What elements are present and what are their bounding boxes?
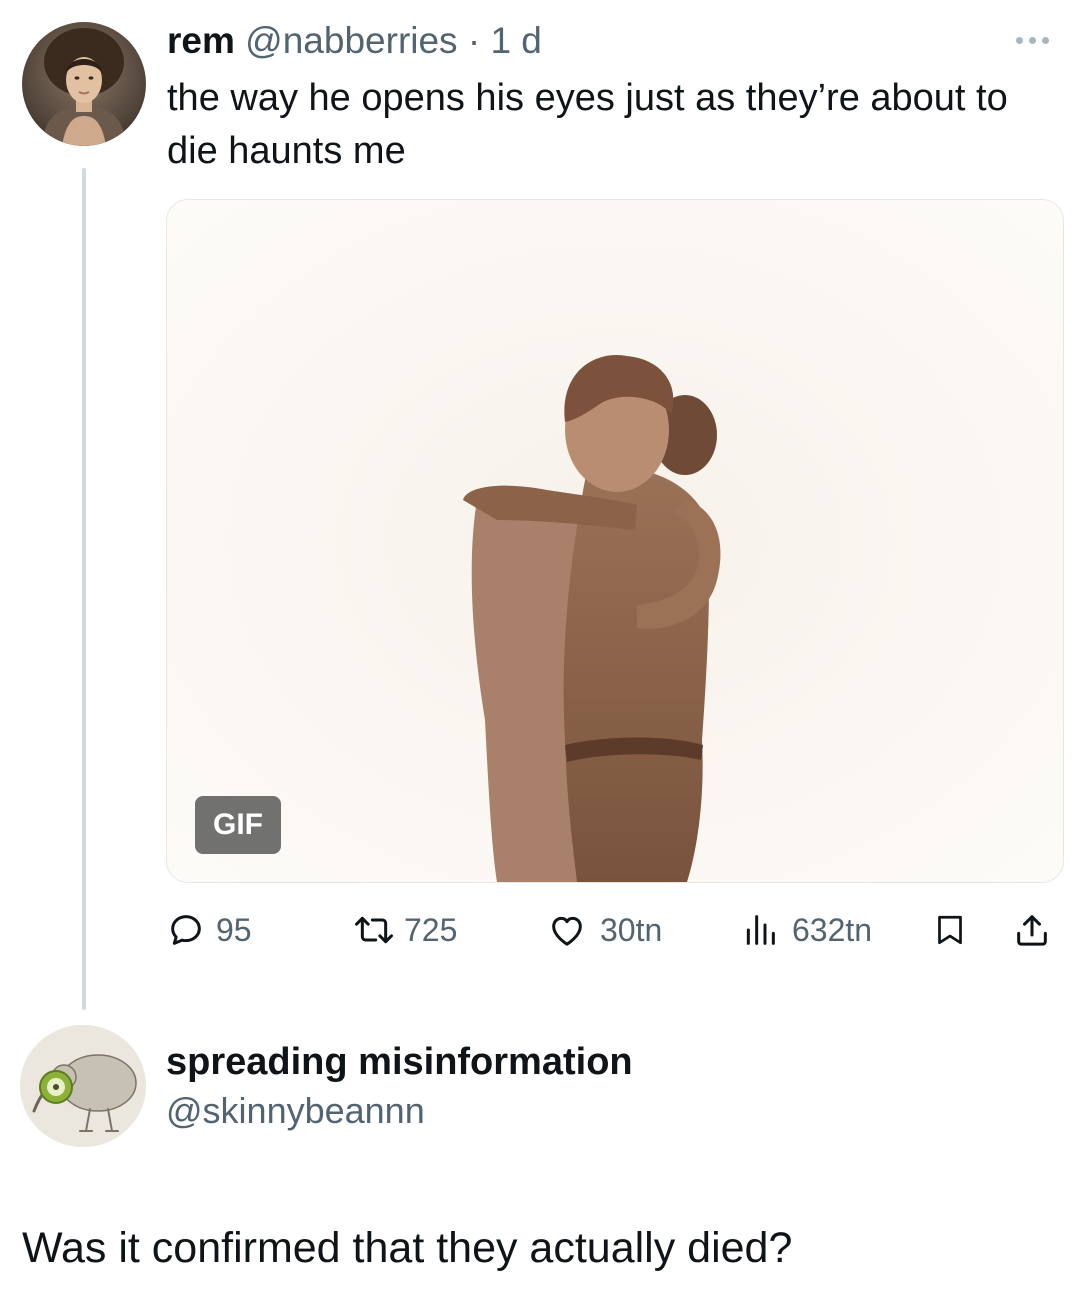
author-handle[interactable]: @nabberries bbox=[245, 20, 457, 61]
bookmark-icon bbox=[938, 915, 962, 945]
reply-author-name[interactable]: spreading misinformation bbox=[166, 1038, 633, 1086]
avatar-rem[interactable] bbox=[22, 22, 146, 146]
reply-author-handle[interactable]: @skinnybeannn bbox=[166, 1088, 425, 1134]
share-icon bbox=[1017, 915, 1047, 946]
tweet-header: rem @nabberries · 1 d bbox=[167, 18, 542, 64]
tweet-timestamp[interactable]: 1 d bbox=[490, 20, 541, 61]
gif-badge: GIF bbox=[195, 796, 281, 854]
like-count: 30tn bbox=[600, 911, 663, 948]
reply-button[interactable]: 95 bbox=[166, 905, 252, 955]
like-button[interactable]: 30tn bbox=[546, 905, 662, 955]
avatar-skinnybeannn[interactable] bbox=[20, 1025, 146, 1147]
reply-icon bbox=[171, 915, 201, 945]
reply-count: 95 bbox=[216, 911, 252, 948]
tweet-action-bar: 95 725 30tn 632tn bbox=[166, 905, 1066, 955]
author-name[interactable]: rem bbox=[167, 20, 235, 61]
gif-frame-image bbox=[167, 200, 1063, 882]
views-button[interactable]: 632tn bbox=[740, 905, 872, 955]
share-button[interactable] bbox=[1012, 905, 1052, 955]
more-icon[interactable] bbox=[1016, 30, 1060, 50]
thread-connector-line bbox=[82, 168, 86, 1010]
avatar-portrait-image bbox=[22, 22, 146, 146]
views-count: 632tn bbox=[792, 911, 873, 948]
tweet-media-gif[interactable]: GIF bbox=[166, 199, 1064, 883]
reply-text: Was it confirmed that they actually died… bbox=[22, 1224, 793, 1272]
bookmark-button[interactable] bbox=[932, 905, 968, 955]
like-icon bbox=[552, 916, 582, 946]
retweet-button[interactable]: 725 bbox=[352, 905, 457, 955]
tweet-text: the way he opens his eyes just as they’r… bbox=[167, 77, 1008, 172]
avatar-kiwi-image bbox=[20, 1025, 146, 1147]
retweet-count: 725 bbox=[404, 911, 458, 948]
retweet-icon bbox=[355, 916, 393, 944]
time-separator: · bbox=[457, 20, 491, 61]
views-icon bbox=[746, 915, 775, 945]
